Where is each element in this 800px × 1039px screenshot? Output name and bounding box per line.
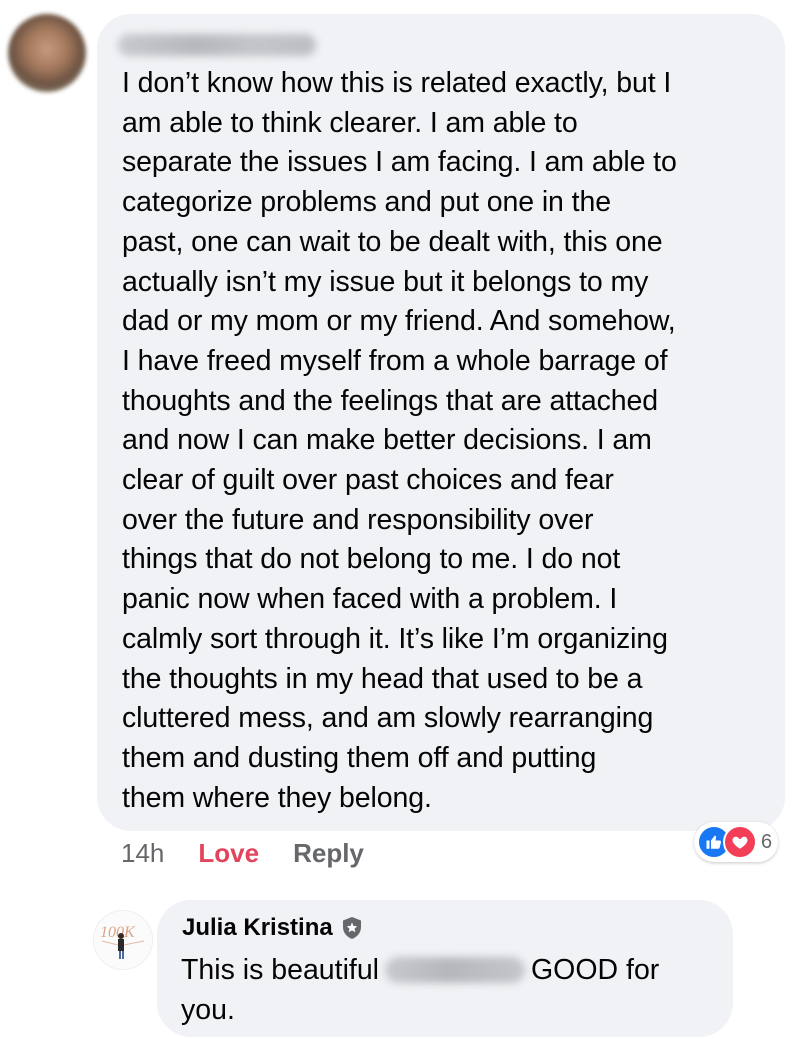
comment-actions: 14h Love Reply xyxy=(121,836,364,870)
reply-text: This is beautiful GOOD for you. xyxy=(181,950,721,1030)
svg-text:100K: 100K xyxy=(100,924,136,941)
reaction-count: 6 xyxy=(761,830,773,853)
mentioned-name-redacted[interactable] xyxy=(385,957,526,983)
reply-button[interactable]: Reply xyxy=(293,838,364,869)
commenter-avatar[interactable] xyxy=(8,14,86,92)
reply-text-start: This is beautiful xyxy=(181,954,380,986)
reply-author-row: Julia Kristina xyxy=(182,914,363,942)
reply-author-avatar[interactable]: 100K xyxy=(93,910,153,970)
love-button[interactable]: Love xyxy=(198,838,259,869)
comment-text: I don’t know how this is related exactly… xyxy=(122,67,677,814)
reply-author-name[interactable]: Julia Kristina xyxy=(182,914,333,942)
comment-timestamp[interactable]: 14h xyxy=(121,838,164,869)
shield-icon xyxy=(341,916,363,940)
commenter-name-redacted[interactable] xyxy=(118,34,316,56)
reactions-summary[interactable]: 6 xyxy=(694,822,779,862)
love-icon xyxy=(723,825,757,859)
